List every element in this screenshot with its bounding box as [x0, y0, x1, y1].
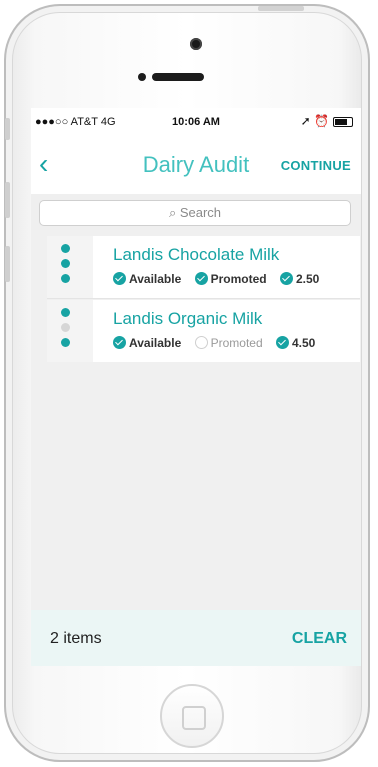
home-button[interactable]	[160, 684, 224, 748]
mute-switch	[5, 118, 10, 140]
audit-indicator	[47, 236, 93, 298]
chip-label: Promoted	[210, 336, 263, 350]
chip-label: 4.50	[291, 336, 316, 350]
status-icons: ➚ ⏰	[301, 114, 353, 128]
status-chips: Available Promoted 4.50	[113, 336, 325, 350]
indicator-dot	[61, 323, 70, 332]
navigation-bar: ‹ Dairy Audit CONTINUE	[31, 136, 361, 194]
check-circle-icon	[113, 272, 126, 285]
indicator-dot	[61, 244, 70, 253]
indicator-dot	[61, 259, 70, 268]
audit-indicator	[47, 300, 93, 362]
chip-label: Available	[129, 336, 182, 350]
home-square-icon	[182, 706, 206, 730]
check-circle-icon	[279, 272, 293, 285]
location-alarm-icons: ➚ ⏰	[300, 114, 329, 128]
empty-circle-icon	[194, 336, 208, 349]
proximity-sensor	[138, 73, 146, 81]
clear-button[interactable]: CLEAR	[292, 630, 347, 648]
volume-down-button	[5, 246, 10, 282]
status-chips: Available Promoted 2.50	[113, 272, 329, 286]
check-circle-icon	[275, 336, 289, 349]
item-count: 2 items	[50, 630, 102, 647]
check-circle-icon	[194, 272, 208, 285]
status-bar: ●●●○○ AT&T 4G 10:06 AM ➚ ⏰	[31, 108, 361, 136]
indicator-dot	[61, 308, 70, 317]
promoted-status: Promoted	[194, 272, 267, 286]
front-camera	[190, 38, 202, 50]
available-status: Available	[113, 272, 181, 286]
continue-button[interactable]: CONTINUE	[281, 158, 351, 173]
product-name: Landis Organic Milk	[113, 309, 263, 328]
indicator-dot	[61, 274, 70, 283]
list-item[interactable]: Landis Organic Milk Available Promoted 4…	[47, 300, 360, 362]
indicator-dot	[61, 338, 70, 347]
available-status: Available	[113, 336, 181, 350]
row-divider	[47, 298, 360, 299]
product-name: Landis Chocolate Milk	[113, 245, 280, 264]
earpiece-speaker	[152, 73, 204, 81]
price-status: 4.50	[275, 336, 316, 350]
power-button	[258, 6, 304, 11]
volume-up-button	[5, 182, 10, 218]
battery-icon	[333, 116, 353, 127]
chip-label: 2.50	[295, 272, 320, 286]
search-bar: ⌕ Search	[31, 194, 361, 230]
chip-label: Available	[129, 272, 182, 286]
chip-label: Promoted	[210, 272, 267, 286]
search-input[interactable]: ⌕ Search	[39, 200, 351, 226]
check-circle-icon	[113, 336, 126, 349]
price-status: 2.50	[279, 272, 320, 286]
screen: ●●●○○ AT&T 4G 10:06 AM ➚ ⏰ ‹ Dairy Audit…	[31, 108, 361, 666]
promoted-status: Promoted	[194, 336, 263, 350]
list-item[interactable]: Landis Chocolate Milk Available Promoted…	[47, 236, 360, 298]
footer-bar: 2 items CLEAR	[31, 610, 361, 666]
